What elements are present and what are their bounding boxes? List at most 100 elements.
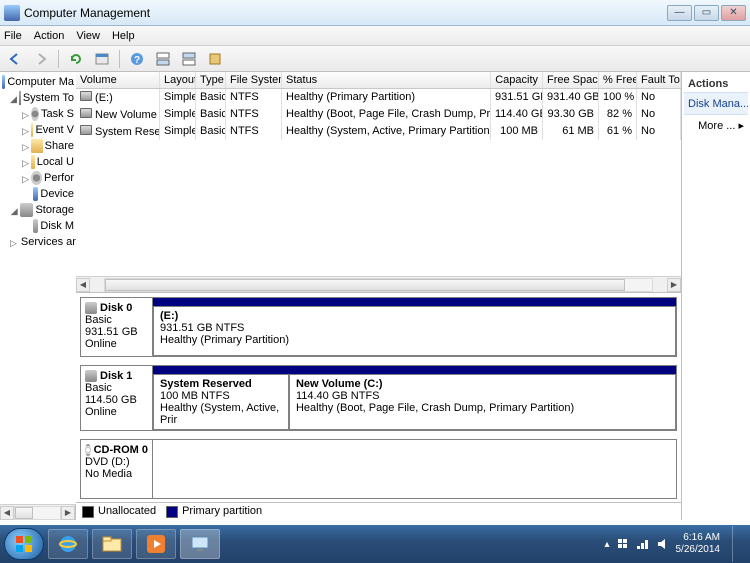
volume-hscrollbar[interactable]: ◀ ▶ (76, 276, 681, 292)
refresh-button[interactable] (65, 48, 87, 70)
legend: Unallocated Primary partition (76, 502, 681, 520)
show-desktop-button[interactable] (732, 526, 742, 562)
col-layout[interactable]: Layout (160, 72, 196, 88)
tree-label: Local U (37, 156, 74, 168)
taskbar-mediaplayer[interactable] (136, 529, 176, 559)
primary-swatch (166, 506, 178, 518)
col-type[interactable]: Type (196, 72, 226, 88)
scroll-right-button[interactable]: ▶ (667, 278, 681, 292)
titlebar: Computer Management — ▭ ✕ (0, 0, 750, 26)
taskbar-explorer[interactable] (92, 529, 132, 559)
expand-icon[interactable]: ▷ (22, 142, 29, 151)
legend-unallocated: Unallocated (82, 505, 156, 517)
tree-shared-folders[interactable]: ▷Share (0, 138, 76, 154)
back-button[interactable] (4, 48, 26, 70)
scroll-track[interactable] (14, 506, 61, 520)
disk-info[interactable]: Disk 1Basic114.50 GBOnline (81, 366, 153, 430)
tree-task-scheduler[interactable]: ▷Task S (0, 106, 76, 122)
disk-info[interactable]: Disk 0Basic931.51 GBOnline (81, 298, 153, 356)
tree-system-tools[interactable]: ◢System To (0, 90, 76, 106)
partition[interactable]: (E:)931.51 GB NTFSHealthy (Primary Parti… (153, 298, 676, 356)
col-pctfree[interactable]: % Free (599, 72, 637, 88)
tree-label: Disk M (40, 220, 74, 232)
tray-show-hidden-icon[interactable]: ▴ (604, 539, 609, 550)
partition[interactable]: System Reserved100 MB NTFSHealthy (Syste… (153, 366, 289, 430)
clock[interactable]: 6:16 AM 5/26/2014 (676, 532, 721, 556)
app-icon (4, 5, 20, 21)
menu-view[interactable]: View (76, 30, 100, 42)
col-filesystem[interactable]: File System (226, 72, 282, 88)
volume-rows: (E:)SimpleBasicNTFSHealthy (Primary Part… (76, 89, 681, 276)
monitor-icon (189, 535, 211, 553)
expand-icon[interactable]: ▷ (22, 158, 29, 167)
disk-partitions: System Reserved100 MB NTFSHealthy (Syste… (153, 366, 676, 430)
tree-disk-management[interactable]: Disk M (0, 218, 76, 234)
tree-device-manager[interactable]: Device (0, 186, 76, 202)
forward-button[interactable] (30, 48, 52, 70)
disk-icon (33, 219, 38, 233)
col-status[interactable]: Status (282, 72, 491, 88)
scroll-left-button[interactable]: ◀ (76, 278, 90, 292)
properties-button[interactable] (91, 48, 113, 70)
event-icon (31, 123, 34, 137)
flag-icon[interactable] (616, 537, 630, 551)
col-capacity[interactable]: Capacity (491, 72, 543, 88)
actions-more[interactable]: More ... ▸ (684, 115, 748, 136)
tools-icon (19, 91, 21, 105)
taskbar-ie[interactable] (48, 529, 88, 559)
tree-hscrollbar[interactable]: ◀ ▶ (0, 504, 75, 520)
tree-local-users[interactable]: ▷ Local U (0, 154, 76, 170)
legend-unallocated-label: Unallocated (98, 505, 156, 517)
start-button[interactable] (4, 528, 44, 560)
nav-tree[interactable]: Computer Ma ◢System To ▷Task S ▷Event V … (0, 72, 76, 504)
expand-icon[interactable]: ▷ (10, 238, 17, 247)
actions-disk-management[interactable]: Disk Mana...▴ (684, 92, 748, 115)
settings-button[interactable] (204, 48, 226, 70)
tree-label: Perfor (44, 172, 74, 184)
play-icon (145, 533, 167, 555)
tree-root[interactable]: Computer Ma (0, 74, 76, 90)
col-freespace[interactable]: Free Space (543, 72, 599, 88)
taskbar-compmgmt[interactable] (180, 529, 220, 559)
volume-row[interactable]: (E:)SimpleBasicNTFSHealthy (Primary Part… (76, 89, 681, 106)
computer-icon (2, 75, 5, 89)
tree-performance[interactable]: ▷ Perfor (0, 170, 76, 186)
expand-icon[interactable]: ▷ (22, 126, 29, 135)
expand-icon[interactable]: ▷ (22, 174, 29, 183)
disk-partitions (153, 440, 676, 498)
scroll-track[interactable] (104, 278, 653, 292)
scroll-right-button[interactable]: ▶ (61, 506, 75, 520)
volume-row[interactable]: New Volume (C:)SimpleBasicNTFSHealthy (B… (76, 106, 681, 123)
volume-row[interactable]: System ReservedSimpleBasicNTFSHealthy (S… (76, 123, 681, 140)
network-icon[interactable] (636, 537, 650, 551)
tree-event-viewer[interactable]: ▷Event V (0, 122, 76, 138)
scroll-thumb[interactable] (105, 279, 625, 291)
menu-action[interactable]: Action (34, 30, 65, 42)
col-volume[interactable]: Volume (76, 72, 160, 88)
partition[interactable]: New Volume (C:)114.40 GB NTFSHealthy (Bo… (289, 366, 676, 430)
menu-help[interactable]: Help (112, 30, 135, 42)
scroll-left-button[interactable]: ◀ (0, 506, 14, 520)
tree-root-label: Computer Ma (7, 76, 74, 88)
col-faulttol[interactable]: Fault Tol (637, 72, 681, 88)
scroll-thumb[interactable] (15, 507, 33, 519)
expand-icon[interactable]: ◢ (10, 94, 17, 103)
expand-icon[interactable]: ▷ (22, 110, 29, 119)
volume-icon[interactable] (656, 537, 670, 551)
view-bottom-button[interactable] (178, 48, 200, 70)
clock-icon (31, 107, 39, 121)
drive-icon (80, 125, 92, 135)
menu-file[interactable]: File (4, 30, 22, 42)
ie-icon (57, 533, 79, 555)
expand-icon[interactable]: ◢ (10, 206, 18, 215)
close-button[interactable]: ✕ (721, 5, 746, 21)
help-button[interactable]: ? (126, 48, 148, 70)
tree-storage[interactable]: ◢Storage (0, 202, 76, 218)
view-top-button[interactable] (152, 48, 174, 70)
tree-services[interactable]: ▷Services an (0, 234, 76, 250)
minimize-button[interactable]: — (667, 5, 692, 21)
volume-list-header: Volume Layout Type File System Status Ca… (76, 72, 681, 89)
disk-info[interactable]: CD-ROM 0DVD (D:)No Media (81, 440, 153, 498)
drive-icon (80, 108, 92, 118)
maximize-button[interactable]: ▭ (694, 5, 719, 21)
